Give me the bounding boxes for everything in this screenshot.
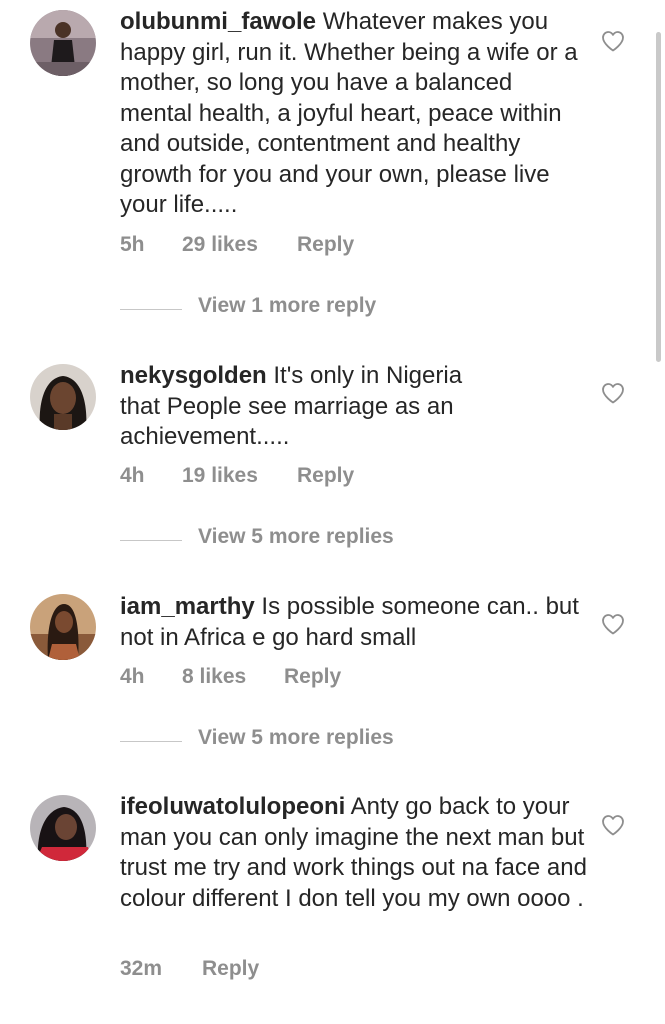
heart-outline-icon[interactable]	[601, 814, 625, 836]
comment-username[interactable]: nekysgolden	[120, 362, 267, 389]
avatar[interactable]	[30, 594, 96, 660]
comment-time: 5h	[120, 233, 145, 256]
avatar[interactable]	[30, 364, 96, 430]
heart-outline-icon[interactable]	[601, 382, 625, 404]
heart-outline-icon[interactable]	[601, 613, 625, 635]
divider-line	[120, 540, 182, 541]
comment-time: 32m	[120, 957, 163, 980]
comment-text: nekysgolden It's only in Nigeria that Pe…	[120, 361, 500, 453]
comment-likes[interactable]: 8 likes	[182, 665, 246, 689]
divider-line	[120, 741, 182, 742]
divider-line	[120, 309, 182, 310]
view-more-label[interactable]: View 5 more replies	[198, 726, 394, 750]
reply-button[interactable]: Reply	[297, 233, 354, 257]
comment-time: 4h	[120, 464, 145, 487]
view-more-label[interactable]: View 5 more replies	[198, 525, 394, 549]
reply-button[interactable]: Reply	[202, 957, 259, 981]
reply-button[interactable]: Reply	[297, 464, 354, 488]
view-more-label[interactable]: View 1 more reply	[198, 294, 376, 318]
comment-likes[interactable]: 29 likes	[182, 233, 258, 257]
comment-content: Whatever makes you happy girl, run it. W…	[120, 8, 578, 218]
comment-text: iam_marthy Is possible someone can.. but…	[120, 592, 590, 653]
comment-likes[interactable]: 19 likes	[182, 464, 258, 488]
scrollbar[interactable]	[656, 32, 661, 362]
heart-outline-icon[interactable]	[601, 30, 625, 52]
comment-text: ifeoluwatolulopeoni Anty go back to your…	[120, 792, 595, 914]
comment-username[interactable]: iam_marthy	[120, 593, 255, 620]
comment-time: 4h	[120, 665, 145, 688]
comment-username[interactable]: olubunmi_fawole	[120, 8, 316, 35]
cut-off-view-more	[215, 1016, 375, 1024]
avatar[interactable]	[30, 795, 96, 861]
comment-username[interactable]: ifeoluwatolulopeoni	[120, 793, 345, 820]
avatar[interactable]	[30, 10, 96, 76]
reply-button[interactable]: Reply	[284, 665, 341, 689]
comment-text: olubunmi_fawole Whatever makes you happy…	[120, 7, 590, 221]
